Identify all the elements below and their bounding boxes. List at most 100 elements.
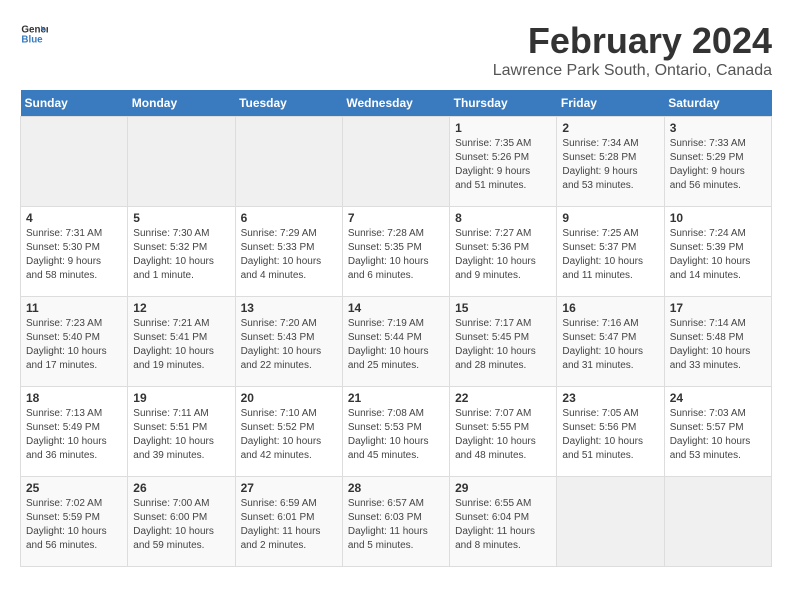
day-number: 18 bbox=[26, 391, 122, 405]
day-info: Sunrise: 7:27 AM Sunset: 5:36 PM Dayligh… bbox=[455, 227, 551, 283]
weekday-header-saturday: Saturday bbox=[664, 90, 771, 117]
day-number: 7 bbox=[348, 211, 444, 225]
weekday-header-tuesday: Tuesday bbox=[235, 90, 342, 117]
calendar-cell bbox=[235, 117, 342, 207]
day-info: Sunrise: 7:16 AM Sunset: 5:47 PM Dayligh… bbox=[562, 317, 658, 373]
weekday-header-monday: Monday bbox=[128, 90, 235, 117]
calendar-cell: 21 Sunrise: 7:08 AM Sunset: 5:53 PM Dayli… bbox=[342, 387, 449, 477]
day-info: Sunrise: 7:14 AM Sunset: 5:48 PM Dayligh… bbox=[670, 317, 766, 373]
calendar-cell bbox=[21, 117, 128, 207]
calendar-cell bbox=[664, 477, 771, 567]
calendar-cell: 4 Sunrise: 7:31 AM Sunset: 5:30 PM Daylig… bbox=[21, 207, 128, 297]
day-number: 8 bbox=[455, 211, 551, 225]
calendar-cell: 28 Sunrise: 6:57 AM Sunset: 6:03 PM Dayli… bbox=[342, 477, 449, 567]
calendar-cell: 23Sunrise: 7:05 AM Sunset: 5:56 PM Dayli… bbox=[557, 387, 664, 477]
week-row-4: 18 Sunrise: 7:13 AM Sunset: 5:49 PM Dayli… bbox=[21, 387, 772, 477]
day-info: Sunrise: 7:05 AM Sunset: 5:56 PM Dayligh… bbox=[562, 407, 658, 463]
day-info: Sunrise: 7:35 AM Sunset: 5:26 PM Dayligh… bbox=[455, 137, 551, 193]
calendar-cell bbox=[557, 477, 664, 567]
day-number: 28 bbox=[348, 481, 444, 495]
page-header: General Blue February 2024 Lawrence Park… bbox=[20, 20, 772, 80]
month-title: February 2024 bbox=[493, 20, 772, 62]
weekday-header-row: SundayMondayTuesdayWednesdayThursdayFrid… bbox=[21, 90, 772, 117]
day-info: Sunrise: 7:29 AM Sunset: 5:33 PM Dayligh… bbox=[241, 227, 337, 283]
calendar-cell: 3 Sunrise: 7:33 AM Sunset: 5:29 PM Daylig… bbox=[664, 117, 771, 207]
logo: General Blue bbox=[20, 20, 48, 48]
calendar-cell: 27 Sunrise: 6:59 AM Sunset: 6:01 PM Dayli… bbox=[235, 477, 342, 567]
day-number: 26 bbox=[133, 481, 229, 495]
day-number: 12 bbox=[133, 301, 229, 315]
day-number: 16 bbox=[562, 301, 658, 315]
day-info: Sunrise: 7:19 AM Sunset: 5:44 PM Dayligh… bbox=[348, 317, 444, 373]
day-number: 20 bbox=[241, 391, 337, 405]
weekday-header-sunday: Sunday bbox=[21, 90, 128, 117]
day-number: 15 bbox=[455, 301, 551, 315]
calendar-cell: 26 Sunrise: 7:00 AM Sunset: 6:00 PM Dayli… bbox=[128, 477, 235, 567]
calendar-cell: 12 Sunrise: 7:21 AM Sunset: 5:41 PM Dayli… bbox=[128, 297, 235, 387]
day-number: 14 bbox=[348, 301, 444, 315]
day-number: 6 bbox=[241, 211, 337, 225]
day-info: Sunrise: 7:34 AM Sunset: 5:28 PM Dayligh… bbox=[562, 137, 658, 193]
calendar-cell: 8 Sunrise: 7:27 AM Sunset: 5:36 PM Daylig… bbox=[450, 207, 557, 297]
calendar-cell: 2Sunrise: 7:34 AM Sunset: 5:28 PM Daylig… bbox=[557, 117, 664, 207]
week-row-2: 4 Sunrise: 7:31 AM Sunset: 5:30 PM Daylig… bbox=[21, 207, 772, 297]
day-number: 1 bbox=[455, 121, 551, 135]
day-number: 4 bbox=[26, 211, 122, 225]
weekday-header-thursday: Thursday bbox=[450, 90, 557, 117]
day-info: Sunrise: 7:07 AM Sunset: 5:55 PM Dayligh… bbox=[455, 407, 551, 463]
day-info: Sunrise: 7:00 AM Sunset: 6:00 PM Dayligh… bbox=[133, 497, 229, 553]
day-number: 19 bbox=[133, 391, 229, 405]
day-info: Sunrise: 6:55 AM Sunset: 6:04 PM Dayligh… bbox=[455, 497, 551, 553]
calendar-cell: 29 Sunrise: 6:55 AM Sunset: 6:04 PM Dayli… bbox=[450, 477, 557, 567]
calendar-cell: 6 Sunrise: 7:29 AM Sunset: 5:33 PM Daylig… bbox=[235, 207, 342, 297]
calendar-cell: 14 Sunrise: 7:19 AM Sunset: 5:44 PM Dayli… bbox=[342, 297, 449, 387]
title-area: February 2024 Lawrence Park South, Ontar… bbox=[493, 20, 772, 80]
calendar-cell: 19 Sunrise: 7:11 AM Sunset: 5:51 PM Dayli… bbox=[128, 387, 235, 477]
day-number: 5 bbox=[133, 211, 229, 225]
day-number: 27 bbox=[241, 481, 337, 495]
day-number: 3 bbox=[670, 121, 766, 135]
day-number: 21 bbox=[348, 391, 444, 405]
day-info: Sunrise: 7:17 AM Sunset: 5:45 PM Dayligh… bbox=[455, 317, 551, 373]
day-info: Sunrise: 7:11 AM Sunset: 5:51 PM Dayligh… bbox=[133, 407, 229, 463]
day-info: Sunrise: 7:23 AM Sunset: 5:40 PM Dayligh… bbox=[26, 317, 122, 373]
week-row-5: 25Sunrise: 7:02 AM Sunset: 5:59 PM Dayli… bbox=[21, 477, 772, 567]
calendar-cell: 22 Sunrise: 7:07 AM Sunset: 5:55 PM Dayli… bbox=[450, 387, 557, 477]
calendar-cell: 7 Sunrise: 7:28 AM Sunset: 5:35 PM Daylig… bbox=[342, 207, 449, 297]
calendar-cell: 13 Sunrise: 7:20 AM Sunset: 5:43 PM Dayli… bbox=[235, 297, 342, 387]
day-info: Sunrise: 7:24 AM Sunset: 5:39 PM Dayligh… bbox=[670, 227, 766, 283]
weekday-header-friday: Friday bbox=[557, 90, 664, 117]
day-info: Sunrise: 7:28 AM Sunset: 5:35 PM Dayligh… bbox=[348, 227, 444, 283]
week-row-1: 1 Sunrise: 7:35 AM Sunset: 5:26 PM Daylig… bbox=[21, 117, 772, 207]
calendar-table: SundayMondayTuesdayWednesdayThursdayFrid… bbox=[20, 90, 772, 567]
day-info: Sunrise: 6:57 AM Sunset: 6:03 PM Dayligh… bbox=[348, 497, 444, 553]
day-info: Sunrise: 7:13 AM Sunset: 5:49 PM Dayligh… bbox=[26, 407, 122, 463]
day-number: 11 bbox=[26, 301, 122, 315]
weekday-header-wednesday: Wednesday bbox=[342, 90, 449, 117]
day-number: 29 bbox=[455, 481, 551, 495]
day-info: Sunrise: 7:10 AM Sunset: 5:52 PM Dayligh… bbox=[241, 407, 337, 463]
day-info: Sunrise: 7:31 AM Sunset: 5:30 PM Dayligh… bbox=[26, 227, 122, 283]
day-info: Sunrise: 7:20 AM Sunset: 5:43 PM Dayligh… bbox=[241, 317, 337, 373]
calendar-body: 1 Sunrise: 7:35 AM Sunset: 5:26 PM Daylig… bbox=[21, 117, 772, 567]
calendar-cell: 9Sunrise: 7:25 AM Sunset: 5:37 PM Daylig… bbox=[557, 207, 664, 297]
calendar-cell: 16 Sunrise: 7:16 AM Sunset: 5:47 PM Dayli… bbox=[557, 297, 664, 387]
day-number: 24 bbox=[670, 391, 766, 405]
calendar-cell: 20 Sunrise: 7:10 AM Sunset: 5:52 PM Dayli… bbox=[235, 387, 342, 477]
day-number: 22 bbox=[455, 391, 551, 405]
location-subtitle: Lawrence Park South, Ontario, Canada bbox=[493, 62, 772, 80]
day-number: 10 bbox=[670, 211, 766, 225]
calendar-cell: 18 Sunrise: 7:13 AM Sunset: 5:49 PM Dayli… bbox=[21, 387, 128, 477]
day-info: Sunrise: 7:33 AM Sunset: 5:29 PM Dayligh… bbox=[670, 137, 766, 193]
calendar-cell bbox=[342, 117, 449, 207]
day-number: 13 bbox=[241, 301, 337, 315]
calendar-cell: 11 Sunrise: 7:23 AM Sunset: 5:40 PM Dayli… bbox=[21, 297, 128, 387]
day-info: Sunrise: 6:59 AM Sunset: 6:01 PM Dayligh… bbox=[241, 497, 337, 553]
calendar-cell: 17Sunrise: 7:14 AM Sunset: 5:48 PM Dayli… bbox=[664, 297, 771, 387]
calendar-cell: 5Sunrise: 7:30 AM Sunset: 5:32 PM Daylig… bbox=[128, 207, 235, 297]
day-info: Sunrise: 7:08 AM Sunset: 5:53 PM Dayligh… bbox=[348, 407, 444, 463]
day-info: Sunrise: 7:25 AM Sunset: 5:37 PM Dayligh… bbox=[562, 227, 658, 283]
day-info: Sunrise: 7:21 AM Sunset: 5:41 PM Dayligh… bbox=[133, 317, 229, 373]
calendar-cell: 24Sunrise: 7:03 AM Sunset: 5:57 PM Dayli… bbox=[664, 387, 771, 477]
calendar-cell: 15 Sunrise: 7:17 AM Sunset: 5:45 PM Dayli… bbox=[450, 297, 557, 387]
